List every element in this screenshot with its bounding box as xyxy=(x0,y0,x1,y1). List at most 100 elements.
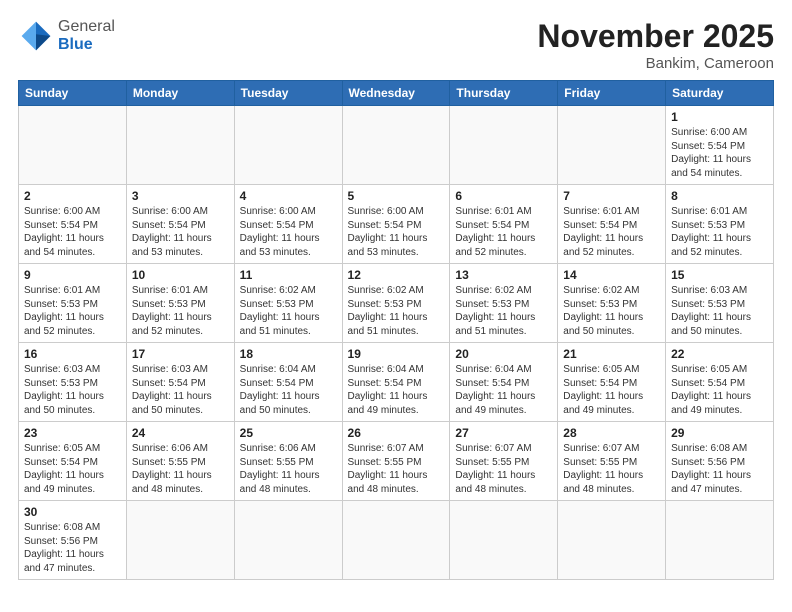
location-subtitle: Bankim, Cameroon xyxy=(537,55,774,72)
calendar-cell: 24Sunrise: 6:06 AM Sunset: 5:55 PM Dayli… xyxy=(126,422,234,501)
day-number: 7 xyxy=(563,189,660,203)
day-info: Sunrise: 6:04 AM Sunset: 5:54 PM Dayligh… xyxy=(455,363,552,417)
page-header: General Blue November 2025 Bankim, Camer… xyxy=(18,18,774,72)
day-number: 27 xyxy=(455,426,552,440)
day-info: Sunrise: 6:08 AM Sunset: 5:56 PM Dayligh… xyxy=(24,521,121,575)
calendar-week-row: 2 Sunrise: 6:00 AM Sunset: 5:54 PM Daylig… xyxy=(19,185,774,264)
day-info: Sunrise: 6:00 AM Sunset: 5:54 PM Dayligh… xyxy=(240,205,337,259)
weekday-header-row: SundayMondayTuesdayWednesdayThursdayFrid… xyxy=(19,81,774,106)
logo-text: General Blue xyxy=(58,18,115,53)
weekday-header-wednesday: Wednesday xyxy=(342,81,450,106)
day-info: Sunrise: 6:03 AM Sunset: 5:54 PM Dayligh… xyxy=(132,363,229,417)
calendar-cell: 6 Sunrise: 6:01 AM Sunset: 5:54 PM Daylig… xyxy=(450,185,558,264)
calendar-cell: 15 Sunrise: 6:03 AM Sunset: 5:53 PM Dayli… xyxy=(666,264,774,343)
day-number: 5 xyxy=(348,189,445,203)
calendar-cell: 21 Sunrise: 6:05 AM Sunset: 5:54 PM Dayli… xyxy=(558,343,666,422)
calendar-week-row: 30 Sunrise: 6:08 AM Sunset: 5:56 PM Dayli… xyxy=(19,501,774,580)
calendar-cell: 23 Sunrise: 6:05 AM Sunset: 5:54 PM Dayli… xyxy=(19,422,127,501)
day-number: 9 xyxy=(24,268,121,282)
day-number: 14 xyxy=(563,268,660,282)
calendar-cell xyxy=(342,106,450,185)
day-number: 18 xyxy=(240,347,337,361)
calendar-cell: 29 Sunrise: 6:08 AM Sunset: 5:56 PM Dayli… xyxy=(666,422,774,501)
calendar-cell xyxy=(126,106,234,185)
day-info: Sunrise: 6:00 AM Sunset: 5:54 PM Dayligh… xyxy=(132,205,229,259)
calendar-cell xyxy=(666,501,774,580)
day-info: Sunrise: 6:05 AM Sunset: 5:54 PM Dayligh… xyxy=(563,363,660,417)
day-number: 24 xyxy=(132,426,229,440)
calendar-cell: 28Sunrise: 6:07 AM Sunset: 5:55 PM Dayli… xyxy=(558,422,666,501)
day-info: Sunrise: 6:03 AM Sunset: 5:53 PM Dayligh… xyxy=(671,284,768,338)
calendar-cell xyxy=(558,501,666,580)
calendar-cell: 11 Sunrise: 6:02 AM Sunset: 5:53 PM Dayli… xyxy=(234,264,342,343)
weekday-header-tuesday: Tuesday xyxy=(234,81,342,106)
logo-icon xyxy=(18,18,54,54)
calendar-cell xyxy=(234,106,342,185)
weekday-header-friday: Friday xyxy=(558,81,666,106)
calendar-cell xyxy=(234,501,342,580)
calendar-cell: 3 Sunrise: 6:00 AM Sunset: 5:54 PM Daylig… xyxy=(126,185,234,264)
day-info: Sunrise: 6:06 AM Sunset: 5:55 PM Dayligh… xyxy=(240,442,337,496)
calendar-cell xyxy=(19,106,127,185)
calendar-week-row: 9 Sunrise: 6:01 AM Sunset: 5:53 PM Daylig… xyxy=(19,264,774,343)
day-number: 11 xyxy=(240,268,337,282)
weekday-header-sunday: Sunday xyxy=(19,81,127,106)
day-info: Sunrise: 6:08 AM Sunset: 5:56 PM Dayligh… xyxy=(671,442,768,496)
calendar-cell: 25 Sunrise: 6:06 AM Sunset: 5:55 PM Dayli… xyxy=(234,422,342,501)
day-number: 4 xyxy=(240,189,337,203)
day-info: Sunrise: 6:02 AM Sunset: 5:53 PM Dayligh… xyxy=(240,284,337,338)
calendar-cell: 5 Sunrise: 6:00 AM Sunset: 5:54 PM Daylig… xyxy=(342,185,450,264)
day-info: Sunrise: 6:01 AM Sunset: 5:54 PM Dayligh… xyxy=(563,205,660,259)
day-number: 25 xyxy=(240,426,337,440)
calendar-cell: 2 Sunrise: 6:00 AM Sunset: 5:54 PM Daylig… xyxy=(19,185,127,264)
day-number: 26 xyxy=(348,426,445,440)
day-number: 3 xyxy=(132,189,229,203)
day-info: Sunrise: 6:01 AM Sunset: 5:53 PM Dayligh… xyxy=(24,284,121,338)
calendar-cell: 19Sunrise: 6:04 AM Sunset: 5:54 PM Dayli… xyxy=(342,343,450,422)
day-number: 19 xyxy=(348,347,445,361)
day-info: Sunrise: 6:00 AM Sunset: 5:54 PM Dayligh… xyxy=(24,205,121,259)
calendar-cell: 17 Sunrise: 6:03 AM Sunset: 5:54 PM Dayli… xyxy=(126,343,234,422)
day-info: Sunrise: 6:03 AM Sunset: 5:53 PM Dayligh… xyxy=(24,363,121,417)
calendar-week-row: 16 Sunrise: 6:03 AM Sunset: 5:53 PM Dayli… xyxy=(19,343,774,422)
day-number: 2 xyxy=(24,189,121,203)
calendar-cell: 26Sunrise: 6:07 AM Sunset: 5:55 PM Dayli… xyxy=(342,422,450,501)
calendar-cell: 18Sunrise: 6:04 AM Sunset: 5:54 PM Dayli… xyxy=(234,343,342,422)
day-number: 23 xyxy=(24,426,121,440)
day-info: Sunrise: 6:01 AM Sunset: 5:54 PM Dayligh… xyxy=(455,205,552,259)
calendar-cell: 30 Sunrise: 6:08 AM Sunset: 5:56 PM Dayli… xyxy=(19,501,127,580)
calendar-cell xyxy=(342,501,450,580)
day-info: Sunrise: 6:01 AM Sunset: 5:53 PM Dayligh… xyxy=(132,284,229,338)
day-info: Sunrise: 6:00 AM Sunset: 5:54 PM Dayligh… xyxy=(348,205,445,259)
day-number: 30 xyxy=(24,505,121,519)
day-number: 20 xyxy=(455,347,552,361)
calendar-cell: 13Sunrise: 6:02 AM Sunset: 5:53 PM Dayli… xyxy=(450,264,558,343)
day-number: 10 xyxy=(132,268,229,282)
calendar-cell: 8Sunrise: 6:01 AM Sunset: 5:53 PM Daylig… xyxy=(666,185,774,264)
day-number: 29 xyxy=(671,426,768,440)
day-info: Sunrise: 6:02 AM Sunset: 5:53 PM Dayligh… xyxy=(563,284,660,338)
day-number: 6 xyxy=(455,189,552,203)
logo: General Blue xyxy=(18,18,115,54)
calendar-cell: 1Sunrise: 6:00 AM Sunset: 5:54 PM Daylig… xyxy=(666,106,774,185)
calendar-table: SundayMondayTuesdayWednesdayThursdayFrid… xyxy=(18,80,774,580)
weekday-header-saturday: Saturday xyxy=(666,81,774,106)
title-block: November 2025 Bankim, Cameroon xyxy=(537,18,774,72)
day-number: 22 xyxy=(671,347,768,361)
day-info: Sunrise: 6:05 AM Sunset: 5:54 PM Dayligh… xyxy=(24,442,121,496)
calendar-cell: 27Sunrise: 6:07 AM Sunset: 5:55 PM Dayli… xyxy=(450,422,558,501)
day-number: 21 xyxy=(563,347,660,361)
calendar-cell: 12Sunrise: 6:02 AM Sunset: 5:53 PM Dayli… xyxy=(342,264,450,343)
calendar-cell xyxy=(450,501,558,580)
weekday-header-thursday: Thursday xyxy=(450,81,558,106)
day-number: 28 xyxy=(563,426,660,440)
weekday-header-monday: Monday xyxy=(126,81,234,106)
day-number: 17 xyxy=(132,347,229,361)
day-number: 12 xyxy=(348,268,445,282)
day-number: 15 xyxy=(671,268,768,282)
day-info: Sunrise: 6:00 AM Sunset: 5:54 PM Dayligh… xyxy=(671,126,768,180)
calendar-cell: 20 Sunrise: 6:04 AM Sunset: 5:54 PM Dayli… xyxy=(450,343,558,422)
day-number: 16 xyxy=(24,347,121,361)
day-info: Sunrise: 6:02 AM Sunset: 5:53 PM Dayligh… xyxy=(455,284,552,338)
day-number: 8 xyxy=(671,189,768,203)
